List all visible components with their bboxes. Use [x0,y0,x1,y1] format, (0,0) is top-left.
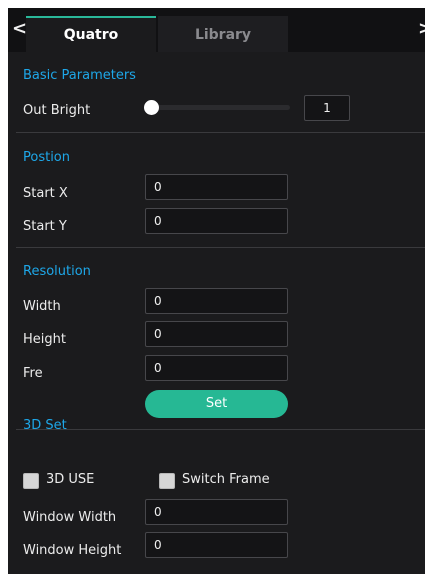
resolution-heading: Resolution [23,264,91,279]
fre-label: Fre [23,366,43,381]
start-y-input[interactable] [145,208,288,234]
width-label: Width [23,299,61,314]
start-x-label: Start X [23,186,68,201]
out-bright-input[interactable] [304,95,350,121]
3d-set-heading: 3D Set [23,418,67,433]
divider [16,429,425,430]
out-bright-slider-thumb[interactable] [144,100,159,115]
window-height-label: Window Height [23,543,122,558]
tab-bar: < Quatro Library > [8,8,425,52]
chevron-left-icon[interactable]: < [12,20,27,38]
switch-frame-checkbox[interactable] [159,473,175,489]
start-y-label: Start Y [23,219,67,234]
tab-library[interactable]: Library [158,16,288,52]
3d-use-checkbox[interactable] [23,473,39,489]
fre-input[interactable] [145,355,288,381]
3d-use-label: 3D USE [46,472,95,487]
height-label: Height [23,332,66,347]
quatro-settings-panel: < Quatro Library > Basic Parameters Out … [8,8,425,574]
window-width-label: Window Width [23,510,117,525]
width-input[interactable] [145,288,288,314]
position-heading: Postion [23,150,71,165]
window-width-input[interactable] [145,499,288,525]
divider [16,247,425,248]
chevron-right-icon[interactable]: > [418,20,425,38]
out-bright-label: Out Bright [23,103,91,118]
height-input[interactable] [145,321,288,347]
set-button[interactable]: Set [145,390,288,418]
start-x-input[interactable] [145,174,288,200]
out-bright-slider-track[interactable] [145,105,290,110]
divider [16,132,425,133]
tab-quatro[interactable]: Quatro [26,16,156,52]
switch-frame-label: Switch Frame [182,472,270,487]
window-height-input[interactable] [145,532,288,558]
basic-parameters-heading: Basic Parameters [23,68,136,83]
